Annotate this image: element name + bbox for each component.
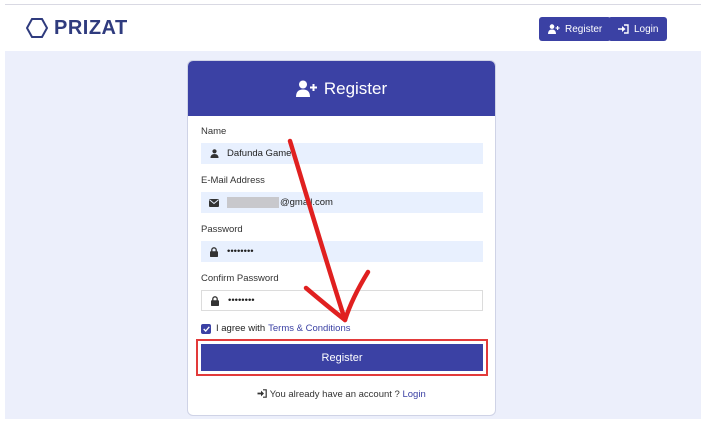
nav-login-label: Login	[634, 23, 659, 35]
login-prompt: You already have an account ? Login	[188, 389, 495, 400]
brand-name: PRIZAT	[54, 16, 128, 39]
password-value: ••••••••	[227, 246, 254, 257]
name-label: Name	[201, 126, 227, 137]
email-value: @gmail.com	[280, 197, 333, 208]
nav-login-button[interactable]: Login	[608, 17, 668, 41]
terms-agreement: I agree with Terms & Conditions	[201, 323, 351, 334]
hexagon-logo-icon	[26, 18, 48, 38]
email-field[interactable]: @gmail.com	[201, 192, 483, 213]
card-title: Register	[323, 78, 388, 98]
user-plus-icon	[548, 24, 560, 34]
name-value: Dafunda Game	[227, 148, 292, 159]
envelope-icon	[201, 198, 227, 207]
password-label: Password	[201, 224, 243, 235]
redacted-email-username	[227, 197, 279, 208]
lock-icon	[202, 295, 228, 306]
agree-text: I agree with	[216, 323, 266, 334]
navbar: PRIZAT Register Login	[5, 5, 701, 51]
terms-link[interactable]: Terms & Conditions	[268, 323, 350, 334]
brand-logo[interactable]: PRIZAT	[26, 15, 128, 41]
login-link[interactable]: Login	[402, 389, 425, 400]
highlight-box	[196, 339, 488, 376]
card-header: Register	[188, 61, 495, 116]
login-question: You already have an account ?	[269, 389, 400, 400]
lock-icon	[201, 246, 227, 257]
confirm-password-value: ••••••••	[228, 295, 255, 306]
confirm-password-field[interactable]: ••••••••	[201, 290, 483, 311]
password-field[interactable]: ••••••••	[201, 241, 483, 262]
user-icon	[201, 149, 227, 158]
user-plus-icon	[295, 80, 317, 97]
nav-register-label: Register	[565, 23, 603, 35]
email-label: E-Mail Address	[201, 175, 265, 186]
name-field[interactable]: Dafunda Game	[201, 143, 483, 164]
nav-register-button[interactable]: Register	[539, 17, 612, 41]
register-card: Register Name Dafunda Game E-Mail Addres…	[187, 60, 496, 416]
terms-checkbox[interactable]	[201, 323, 211, 334]
sign-in-icon	[618, 24, 629, 34]
confirm-password-label: Confirm Password	[201, 273, 279, 284]
sign-in-icon	[257, 389, 268, 398]
